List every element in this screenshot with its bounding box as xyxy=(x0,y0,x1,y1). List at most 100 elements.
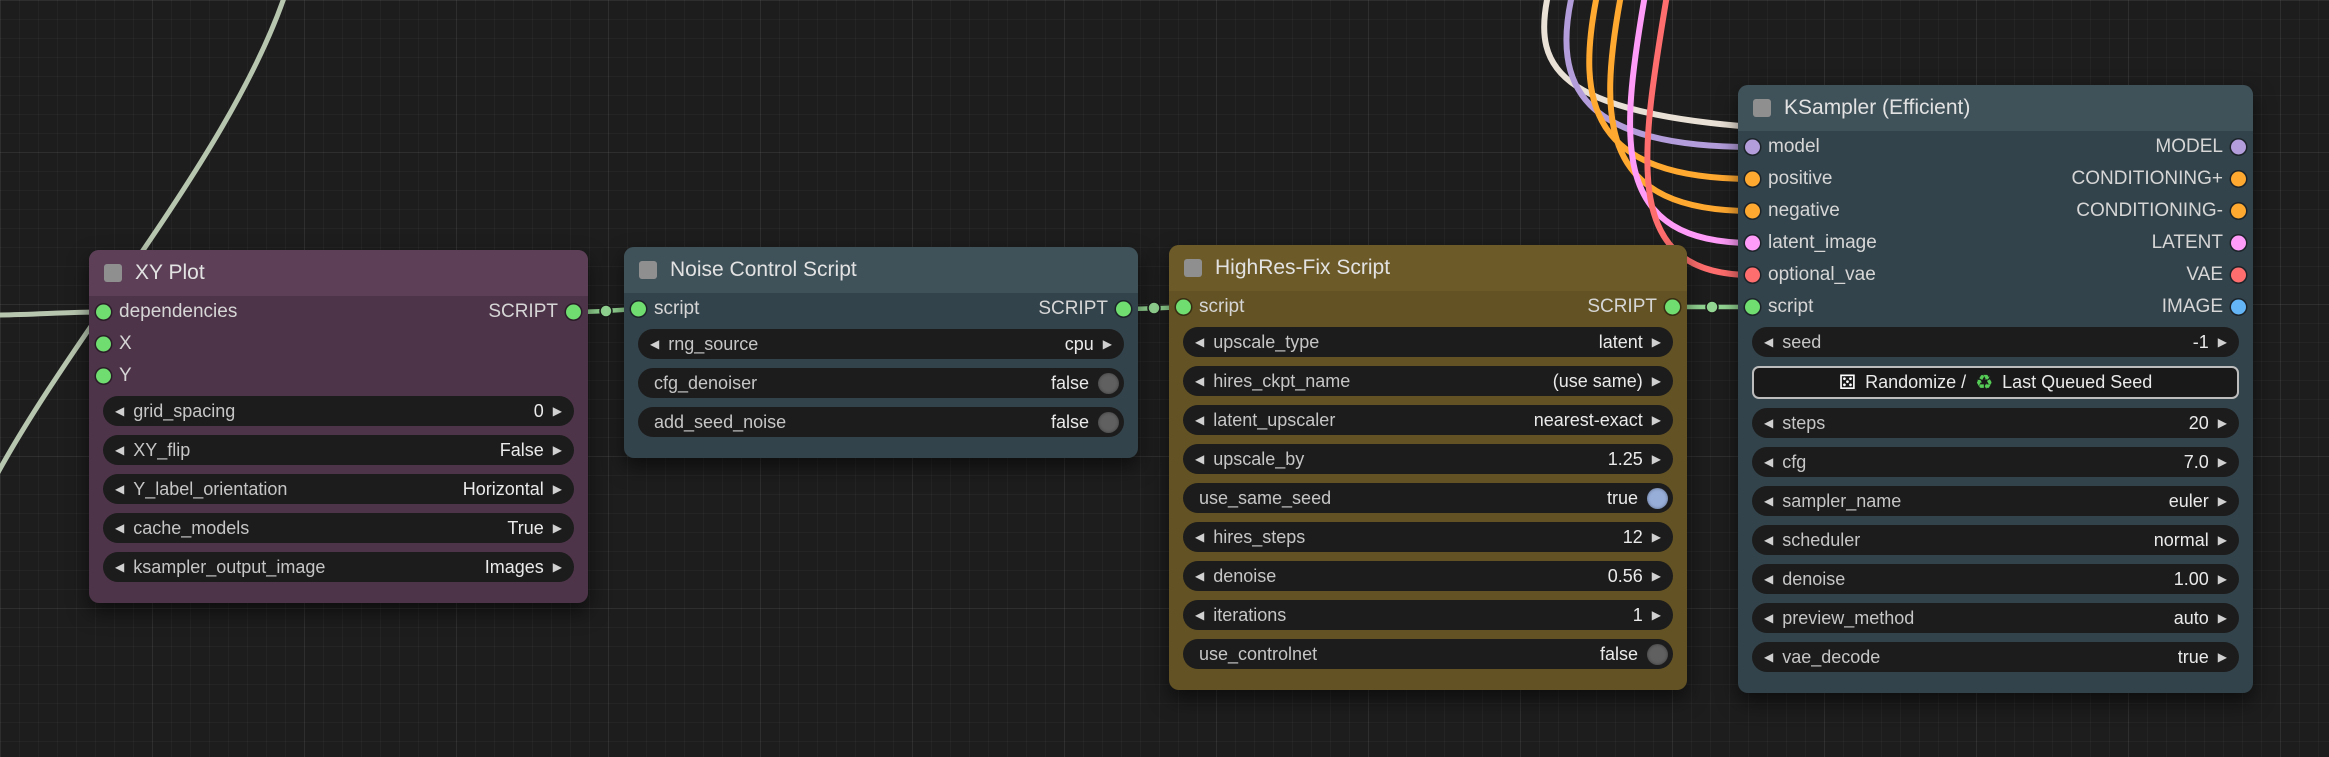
combo-left-arrow-icon[interactable]: ◀ xyxy=(1764,456,1773,468)
widget-denoise[interactable]: ◀ denoise 0.56 ▶ xyxy=(1183,561,1673,591)
combo-left-arrow-icon[interactable]: ◀ xyxy=(1195,609,1204,621)
combo-right-arrow-icon[interactable]: ▶ xyxy=(1652,336,1661,348)
widget-cfg[interactable]: ◀ cfg 7.0 ▶ xyxy=(1752,447,2239,477)
combo-left-arrow-icon[interactable]: ◀ xyxy=(1764,651,1773,663)
node-header-xy-plot[interactable]: XY Plot xyxy=(89,250,588,296)
output-dot-VAE[interactable] xyxy=(2231,267,2246,283)
combo-left-arrow-icon[interactable]: ◀ xyxy=(650,338,659,350)
combo-right-arrow-icon[interactable]: ▶ xyxy=(1652,375,1661,387)
combo-right-arrow-icon[interactable]: ▶ xyxy=(1652,531,1661,543)
output-dot-CONDITIONING-[interactable] xyxy=(2231,203,2246,219)
combo-right-arrow-icon[interactable]: ▶ xyxy=(2218,573,2227,585)
widget-steps[interactable]: ◀ steps 20 ▶ xyxy=(1752,408,2239,438)
collapse-icon[interactable] xyxy=(1753,99,1771,117)
collapse-icon[interactable] xyxy=(1184,259,1202,277)
input-dot-script[interactable] xyxy=(631,301,646,317)
combo-right-arrow-icon[interactable]: ▶ xyxy=(1652,453,1661,465)
widget-add_seed_noise[interactable]: add_seed_noise false xyxy=(638,407,1124,437)
combo-right-arrow-icon[interactable]: ▶ xyxy=(553,522,562,534)
randomize-last-queued-seed-button[interactable]: ⚄ Randomize / ♻ Last Queued Seed xyxy=(1752,366,2239,399)
input-dot-positive[interactable] xyxy=(1745,171,1760,187)
combo-left-arrow-icon[interactable]: ◀ xyxy=(1195,570,1204,582)
widget-rng_source[interactable]: ◀ rng_source cpu ▶ xyxy=(638,329,1124,359)
input-dot-script[interactable] xyxy=(1176,299,1191,315)
output-dot-SCRIPT[interactable] xyxy=(1665,299,1680,315)
toggle-knob[interactable] xyxy=(1098,411,1119,433)
input-dot-optional_vae[interactable] xyxy=(1745,267,1760,283)
combo-left-arrow-icon[interactable]: ◀ xyxy=(1195,414,1204,426)
combo-right-arrow-icon[interactable]: ▶ xyxy=(1103,338,1112,350)
widget-ksampler_output_image[interactable]: ◀ ksampler_output_image Images ▶ xyxy=(103,552,574,582)
combo-left-arrow-icon[interactable]: ◀ xyxy=(1195,453,1204,465)
widget-hires_ckpt_name[interactable]: ◀ hires_ckpt_name (use same) ▶ xyxy=(1183,366,1673,396)
output-dot-LATENT[interactable] xyxy=(2231,235,2246,251)
widget-XY_flip[interactable]: ◀ XY_flip False ▶ xyxy=(103,435,574,465)
combo-left-arrow-icon[interactable]: ◀ xyxy=(1764,336,1773,348)
input-dot-latent_image[interactable] xyxy=(1745,235,1760,251)
combo-right-arrow-icon[interactable]: ▶ xyxy=(2218,456,2227,468)
widget-cache_models[interactable]: ◀ cache_models True ▶ xyxy=(103,513,574,543)
widget-vae_decode[interactable]: ◀ vae_decode true ▶ xyxy=(1752,642,2239,672)
combo-left-arrow-icon[interactable]: ◀ xyxy=(115,522,124,534)
combo-right-arrow-icon[interactable]: ▶ xyxy=(553,405,562,417)
toggle-knob[interactable] xyxy=(1098,372,1119,394)
combo-right-arrow-icon[interactable]: ▶ xyxy=(2218,336,2227,348)
widget-hires_steps[interactable]: ◀ hires_steps 12 ▶ xyxy=(1183,522,1673,552)
combo-right-arrow-icon[interactable]: ▶ xyxy=(553,561,562,573)
node-highres-fix-script[interactable]: HighRes-Fix Script script SCRIPT ◀ upscale_t… xyxy=(1169,245,1687,690)
output-dot-SCRIPT[interactable] xyxy=(566,304,581,320)
node-ksampler-efficient[interactable]: KSampler (Efficient) model MODEL positive CO… xyxy=(1738,85,2253,693)
widget-iterations[interactable]: ◀ iterations 1 ▶ xyxy=(1183,600,1673,630)
combo-left-arrow-icon[interactable]: ◀ xyxy=(1195,375,1204,387)
output-dot-CONDITIONING+[interactable] xyxy=(2231,171,2246,187)
widget-grid_spacing[interactable]: ◀ grid_spacing 0 ▶ xyxy=(103,396,574,426)
node-noise-control-script[interactable]: Noise Control Script script SCRIPT ◀ rng_sou… xyxy=(624,247,1138,458)
combo-right-arrow-icon[interactable]: ▶ xyxy=(553,483,562,495)
widget-preview_method[interactable]: ◀ preview_method auto ▶ xyxy=(1752,603,2239,633)
combo-right-arrow-icon[interactable]: ▶ xyxy=(2218,417,2227,429)
node-xy-plot[interactable]: XY Plot dependencies SCRIPT X Y ◀ grid_spacing… xyxy=(89,250,588,603)
toggle-knob[interactable] xyxy=(1647,643,1668,665)
collapse-icon[interactable] xyxy=(639,261,657,279)
widget-upscale_type[interactable]: ◀ upscale_type latent ▶ xyxy=(1183,327,1673,357)
widget-Y_label_orientation[interactable]: ◀ Y_label_orientation Horizontal ▶ xyxy=(103,474,574,504)
input-dot-script[interactable] xyxy=(1745,299,1760,315)
combo-left-arrow-icon[interactable]: ◀ xyxy=(1764,534,1773,546)
combo-right-arrow-icon[interactable]: ▶ xyxy=(1652,414,1661,426)
widget-cfg_denoiser[interactable]: cfg_denoiser false xyxy=(638,368,1124,398)
combo-left-arrow-icon[interactable]: ◀ xyxy=(1764,495,1773,507)
widget-sampler_name[interactable]: ◀ sampler_name euler ▶ xyxy=(1752,486,2239,516)
output-dot-MODEL[interactable] xyxy=(2231,139,2246,155)
combo-right-arrow-icon[interactable]: ▶ xyxy=(2218,495,2227,507)
widget-use_same_seed[interactable]: use_same_seed true xyxy=(1183,483,1673,513)
node-graph-canvas[interactable]: XY Plot dependencies SCRIPT X Y ◀ grid_spacing… xyxy=(0,0,2329,757)
combo-left-arrow-icon[interactable]: ◀ xyxy=(115,405,124,417)
combo-left-arrow-icon[interactable]: ◀ xyxy=(1764,612,1773,624)
combo-right-arrow-icon[interactable]: ▶ xyxy=(2218,612,2227,624)
combo-left-arrow-icon[interactable]: ◀ xyxy=(1195,336,1204,348)
combo-left-arrow-icon[interactable]: ◀ xyxy=(1764,417,1773,429)
widget-scheduler[interactable]: ◀ scheduler normal ▶ xyxy=(1752,525,2239,555)
widget-denoise[interactable]: ◀ denoise 1.00 ▶ xyxy=(1752,564,2239,594)
widget-use_controlnet[interactable]: use_controlnet false xyxy=(1183,639,1673,669)
combo-right-arrow-icon[interactable]: ▶ xyxy=(2218,534,2227,546)
node-header-highres-fix[interactable]: HighRes-Fix Script xyxy=(1169,245,1687,291)
combo-left-arrow-icon[interactable]: ◀ xyxy=(1764,573,1773,585)
output-dot-IMAGE[interactable] xyxy=(2231,299,2246,315)
input-dot-Y[interactable] xyxy=(96,368,111,384)
collapse-icon[interactable] xyxy=(104,264,122,282)
combo-left-arrow-icon[interactable]: ◀ xyxy=(115,561,124,573)
combo-left-arrow-icon[interactable]: ◀ xyxy=(1195,531,1204,543)
combo-left-arrow-icon[interactable]: ◀ xyxy=(115,444,124,456)
widget-upscale_by[interactable]: ◀ upscale_by 1.25 ▶ xyxy=(1183,444,1673,474)
combo-right-arrow-icon[interactable]: ▶ xyxy=(1652,570,1661,582)
combo-right-arrow-icon[interactable]: ▶ xyxy=(553,444,562,456)
widget-latent_upscaler[interactable]: ◀ latent_upscaler nearest-exact ▶ xyxy=(1183,405,1673,435)
node-header-ksampler[interactable]: KSampler (Efficient) xyxy=(1738,85,2253,131)
combo-right-arrow-icon[interactable]: ▶ xyxy=(1652,609,1661,621)
node-header-noise-control[interactable]: Noise Control Script xyxy=(624,247,1138,293)
input-dot-X[interactable] xyxy=(96,336,111,352)
toggle-knob[interactable] xyxy=(1647,487,1668,509)
input-dot-dependencies[interactable] xyxy=(96,304,111,320)
input-dot-negative[interactable] xyxy=(1745,203,1760,219)
